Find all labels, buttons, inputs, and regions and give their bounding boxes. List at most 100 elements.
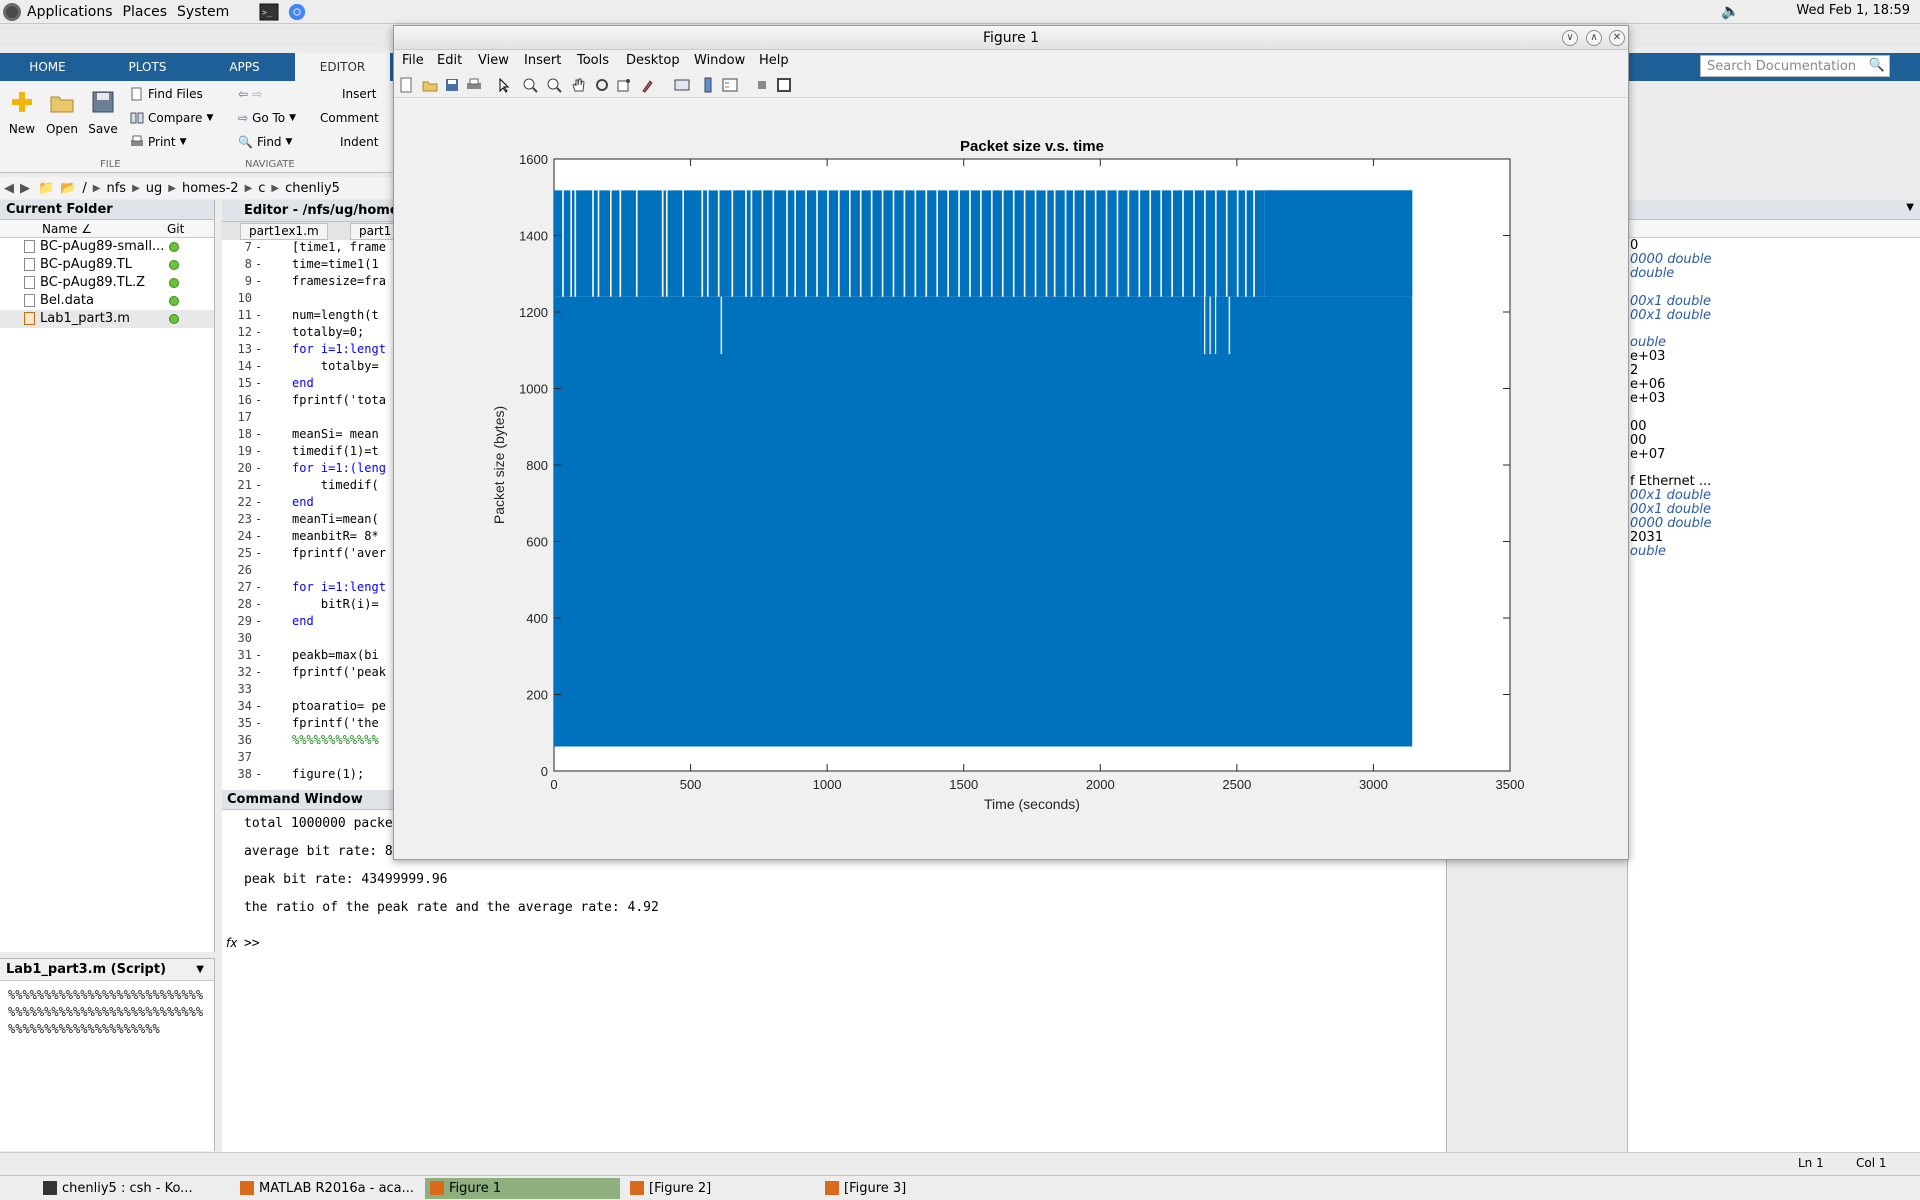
- menu-file[interactable]: File: [402, 53, 424, 68]
- menu-help[interactable]: Help: [759, 53, 789, 68]
- tab-apps[interactable]: APPS: [197, 53, 292, 81]
- code-line[interactable]: 17: [222, 410, 402, 427]
- workspace-value[interactable]: ouble: [1630, 335, 1666, 350]
- workspace-value[interactable]: 0000 double: [1630, 252, 1712, 267]
- applications-menu[interactable]: Applications: [27, 4, 113, 20]
- arrow-left-icon[interactable]: ⇦: [238, 87, 248, 101]
- link-plot-icon[interactable]: [674, 77, 690, 93]
- list-item[interactable]: Lab1_part3.m: [0, 310, 214, 328]
- code-line[interactable]: 28- bitR(i)=: [222, 597, 402, 614]
- save-figure-icon[interactable]: [444, 77, 460, 93]
- tab-editor[interactable]: EDITOR: [295, 53, 390, 81]
- breadcrumb-nfs[interactable]: nfs: [106, 181, 126, 196]
- code-line[interactable]: 9- framesize=fra: [222, 274, 402, 291]
- breakpoint-marker[interactable]: -: [255, 614, 262, 628]
- breakpoint-marker[interactable]: -: [255, 376, 262, 390]
- list-item[interactable]: BC-pAug89.TL: [0, 256, 214, 274]
- breakpoint-marker[interactable]: -: [255, 478, 262, 492]
- pointer-icon[interactable]: [496, 77, 512, 93]
- insert-button[interactable]: Insert: [342, 87, 376, 101]
- breadcrumb-ug[interactable]: ug: [146, 181, 163, 196]
- workspace-value[interactable]: 00x1 double: [1630, 308, 1711, 323]
- breakpoint-marker[interactable]: -: [255, 427, 262, 441]
- breakpoint-marker[interactable]: -: [255, 597, 262, 611]
- plot-canvas[interactable]: 0 500 1000 1500 2000 2500 3000 3500 0 200 400 600 80…: [394, 99, 1628, 859]
- breakpoint-marker[interactable]: -: [255, 461, 262, 475]
- workspace-value[interactable]: 00x1 double: [1630, 488, 1711, 503]
- workspace-value[interactable]: f Ethernet ...: [1630, 474, 1711, 489]
- legend-icon[interactable]: [722, 77, 738, 93]
- maximize-icon[interactable]: ∧: [1586, 30, 1602, 46]
- breakpoint-marker[interactable]: -: [255, 342, 262, 356]
- code-line[interactable]: 10: [222, 291, 402, 308]
- workspace-value[interactable]: 00: [1630, 433, 1647, 448]
- breakpoint-marker[interactable]: -: [255, 393, 262, 407]
- comment-button[interactable]: Comment: [320, 111, 379, 125]
- taskbar-figure-3[interactable]: [Figure 3]: [820, 1178, 1010, 1199]
- folder-up-icon[interactable]: 📁: [38, 181, 54, 196]
- breakpoint-marker[interactable]: -: [255, 546, 262, 560]
- minimize-icon[interactable]: ∨: [1562, 30, 1578, 46]
- search-icon[interactable]: 🔍: [1869, 58, 1885, 73]
- system-menu[interactable]: System: [177, 4, 229, 20]
- code-line[interactable]: 12- totalby=0;: [222, 325, 402, 342]
- breakpoint-marker[interactable]: -: [255, 699, 262, 713]
- chevron-down-icon[interactable]: ▼: [1906, 202, 1914, 213]
- chevron-down-icon[interactable]: ▼: [196, 959, 204, 981]
- chrome-launcher-icon[interactable]: [287, 3, 307, 21]
- breadcrumb-root[interactable]: /: [82, 181, 86, 196]
- gnome-foot-icon[interactable]: [3, 2, 21, 21]
- new-figure-icon[interactable]: [398, 77, 414, 93]
- brush-icon[interactable]: [640, 77, 656, 93]
- breakpoint-marker[interactable]: -: [255, 308, 262, 322]
- breadcrumb-homes-2[interactable]: homes-2: [182, 181, 239, 196]
- search-documentation-input[interactable]: Search Documentation 🔍: [1700, 55, 1890, 77]
- menu-desktop[interactable]: Desktop: [626, 53, 680, 68]
- breakpoint-marker[interactable]: -: [255, 325, 262, 339]
- taskbar-figure-2[interactable]: [Figure 2]: [625, 1178, 815, 1199]
- code-line[interactable]: 27- for i=1:lengt: [222, 580, 402, 597]
- back-forward-buttons[interactable]: ⇦ ⇨: [238, 87, 262, 101]
- print-figure-icon[interactable]: [466, 77, 482, 93]
- code-line[interactable]: 34- ptoaratio= pe: [222, 699, 402, 716]
- colorbar-icon[interactable]: [700, 77, 716, 93]
- workspace-value[interactable]: 2: [1630, 363, 1638, 378]
- compare-button[interactable]: Compare ▼: [130, 111, 213, 125]
- list-item[interactable]: BC-pAug89-small...: [0, 238, 214, 256]
- code-line[interactable]: 8- time=time1(1: [222, 257, 402, 274]
- editor-tab[interactable]: part1ex1.m: [240, 223, 328, 240]
- menu-window[interactable]: Window: [694, 53, 745, 68]
- breakpoint-marker[interactable]: -: [255, 495, 262, 509]
- workspace-value[interactable]: double: [1630, 266, 1674, 281]
- figure-titlebar[interactable]: Figure 1 ∨ ∧ ✕: [394, 26, 1628, 50]
- code-line[interactable]: 31- peakb=max(bi: [222, 648, 402, 665]
- show-plot-tools-icon[interactable]: [776, 77, 792, 93]
- workspace-value[interactable]: e+03: [1630, 391, 1665, 406]
- clock[interactable]: Wed Feb 1, 18:59: [1796, 3, 1910, 18]
- rotate-3d-icon[interactable]: [594, 77, 610, 93]
- tab-plots[interactable]: PLOTS: [100, 53, 195, 81]
- code-line[interactable]: 11- num=length(t: [222, 308, 402, 325]
- data-cursor-icon[interactable]: [616, 77, 632, 93]
- workspace-value[interactable]: 00: [1630, 419, 1647, 434]
- find-button[interactable]: 🔍 Find ▼: [238, 135, 292, 149]
- breakpoint-marker[interactable]: -: [255, 359, 262, 373]
- code-line[interactable]: 37: [222, 750, 402, 767]
- arrow-right-icon[interactable]: ⇨: [252, 87, 262, 101]
- code-line[interactable]: 26: [222, 563, 402, 580]
- code-line[interactable]: 19- timedif(1)=t: [222, 444, 402, 461]
- breadcrumb-c[interactable]: c: [258, 181, 265, 196]
- fx-icon[interactable]: fx: [226, 936, 237, 950]
- workspace-value[interactable]: 0: [1630, 238, 1638, 253]
- list-item[interactable]: Bel.data: [0, 292, 214, 310]
- breakpoint-marker[interactable]: -: [255, 665, 262, 679]
- indent-button[interactable]: Indent: [340, 135, 378, 149]
- column-name[interactable]: Name ∠: [42, 222, 92, 236]
- browse-folder-icon[interactable]: 📂: [60, 181, 76, 196]
- figure-window[interactable]: Figure 1 ∨ ∧ ✕ File Edit View Insert Too…: [393, 25, 1629, 860]
- workspace-value[interactable]: 2031: [1630, 530, 1663, 545]
- save-button[interactable]: Save: [83, 89, 123, 136]
- code-line[interactable]: 14- totalby=: [222, 359, 402, 376]
- arrow-left-icon[interactable]: ◀: [4, 181, 14, 196]
- code-line[interactable]: 13- for i=1:lengt: [222, 342, 402, 359]
